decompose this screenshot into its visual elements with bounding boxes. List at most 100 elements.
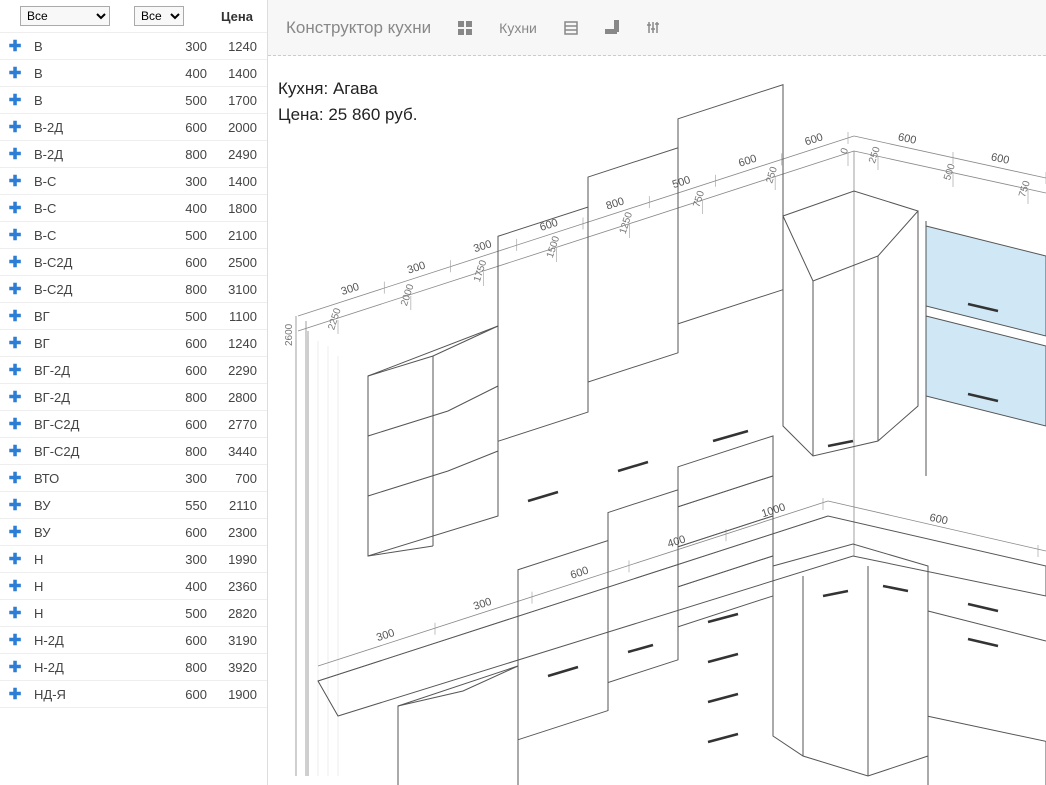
add-icon[interactable]: ✚ xyxy=(4,442,26,460)
item-price: 2100 xyxy=(207,228,259,243)
catalog-row[interactable]: ✚НД-Я6001900 xyxy=(0,681,267,708)
item-name: НД-Я xyxy=(26,687,159,702)
item-name: ВГ-2Д xyxy=(26,390,159,405)
catalog-row[interactable]: ✚ВГ-2Д8002800 xyxy=(0,384,267,411)
catalog-row[interactable]: ✚Н5002820 xyxy=(0,600,267,627)
catalog-row[interactable]: ✚Н3001990 xyxy=(0,546,267,573)
item-name: В-2Д xyxy=(26,147,159,162)
item-name: Н-2Д xyxy=(26,633,159,648)
item-size: 600 xyxy=(159,687,207,702)
catalog-row[interactable]: ✚Н4002360 xyxy=(0,573,267,600)
catalog-row[interactable]: ✚В-2Д8002490 xyxy=(0,141,267,168)
item-size: 550 xyxy=(159,498,207,513)
grid-icon[interactable] xyxy=(457,20,473,36)
add-icon[interactable]: ✚ xyxy=(4,334,26,352)
ruler-icon[interactable] xyxy=(605,20,621,36)
item-name: Н xyxy=(26,579,159,594)
add-icon[interactable]: ✚ xyxy=(4,37,26,55)
item-name: ВУ xyxy=(26,498,159,513)
add-icon[interactable]: ✚ xyxy=(4,145,26,163)
item-name: В-С xyxy=(26,228,159,243)
item-price: 2500 xyxy=(207,255,259,270)
catalog-row[interactable]: ✚В-С4001800 xyxy=(0,195,267,222)
dimension-label: 300 xyxy=(340,281,361,298)
filter-size-select[interactable]: Все xyxy=(134,6,184,26)
toolbar: Конструктор кухни Кухни xyxy=(268,0,1046,56)
add-icon[interactable]: ✚ xyxy=(4,253,26,271)
catalog-row[interactable]: ✚В-С5002100 xyxy=(0,222,267,249)
add-icon[interactable]: ✚ xyxy=(4,226,26,244)
item-size: 600 xyxy=(159,363,207,378)
catalog-row[interactable]: ✚В-С2Д6002500 xyxy=(0,249,267,276)
catalog-row[interactable]: ✚ВГ-С2Д6002770 xyxy=(0,411,267,438)
item-price: 1400 xyxy=(207,174,259,189)
items-list: ✚В3001240✚В4001400✚В5001700✚В-2Д6002000✚… xyxy=(0,33,267,708)
add-icon[interactable]: ✚ xyxy=(4,415,26,433)
list-icon[interactable] xyxy=(563,20,579,36)
add-icon[interactable]: ✚ xyxy=(4,550,26,568)
add-icon[interactable]: ✚ xyxy=(4,658,26,676)
item-size: 600 xyxy=(159,417,207,432)
catalog-row[interactable]: ✚В-2Д6002000 xyxy=(0,114,267,141)
item-name: ВГ xyxy=(26,336,159,351)
catalog-row[interactable]: ✚ВГ-С2Д8003440 xyxy=(0,438,267,465)
catalog-row[interactable]: ✚В-С3001400 xyxy=(0,168,267,195)
item-name: В-С xyxy=(26,174,159,189)
catalog-row[interactable]: ✚ВУ5502110 xyxy=(0,492,267,519)
kitchen-name: Кухня: Агава xyxy=(278,76,417,102)
catalog-row[interactable]: ✚В4001400 xyxy=(0,60,267,87)
item-size: 600 xyxy=(159,633,207,648)
settings-icon[interactable] xyxy=(647,20,663,36)
add-icon[interactable]: ✚ xyxy=(4,685,26,703)
item-name: Н xyxy=(26,606,159,621)
catalog-row[interactable]: ✚В-С2Д8003100 xyxy=(0,276,267,303)
add-icon[interactable]: ✚ xyxy=(4,199,26,217)
add-icon[interactable]: ✚ xyxy=(4,469,26,487)
kitchens-link[interactable]: Кухни xyxy=(499,20,537,36)
catalog-row[interactable]: ✚Н-2Д6003190 xyxy=(0,627,267,654)
add-icon[interactable]: ✚ xyxy=(4,172,26,190)
add-icon[interactable]: ✚ xyxy=(4,631,26,649)
add-icon[interactable]: ✚ xyxy=(4,307,26,325)
add-icon[interactable]: ✚ xyxy=(4,64,26,82)
add-icon[interactable]: ✚ xyxy=(4,118,26,136)
add-icon[interactable]: ✚ xyxy=(4,361,26,379)
item-size: 800 xyxy=(159,390,207,405)
catalog-panel: Все Все Цена ✚В3001240✚В4001400✚В5001700… xyxy=(0,0,268,785)
scale-label: 750 xyxy=(691,189,707,209)
catalog-row[interactable]: ✚ВТО300700 xyxy=(0,465,267,492)
scale-label: 0 xyxy=(839,146,851,155)
dimension-label: 800 xyxy=(605,195,626,212)
add-icon[interactable]: ✚ xyxy=(4,604,26,622)
item-size: 500 xyxy=(159,93,207,108)
add-icon[interactable]: ✚ xyxy=(4,388,26,406)
dimension-label: 500 xyxy=(671,174,692,191)
catalog-row[interactable]: ✚В3001240 xyxy=(0,33,267,60)
item-name: Н xyxy=(26,552,159,567)
design-canvas[interactable]: Кухня: Агава Цена: 25 860 руб. .ln { str… xyxy=(268,56,1046,785)
item-price: 2290 xyxy=(207,363,259,378)
item-size: 500 xyxy=(159,309,207,324)
add-icon[interactable]: ✚ xyxy=(4,577,26,595)
add-icon[interactable]: ✚ xyxy=(4,523,26,541)
item-size: 800 xyxy=(159,660,207,675)
item-size: 800 xyxy=(159,282,207,297)
item-price: 2360 xyxy=(207,579,259,594)
add-icon[interactable]: ✚ xyxy=(4,496,26,514)
filter-type-select[interactable]: Все xyxy=(20,6,110,26)
catalog-row[interactable]: ✚ВГ-2Д6002290 xyxy=(0,357,267,384)
catalog-row[interactable]: ✚ВГ6001240 xyxy=(0,330,267,357)
catalog-row[interactable]: ✚Н-2Д8003920 xyxy=(0,654,267,681)
price-column-header: Цена xyxy=(221,9,259,24)
item-name: В-С2Д xyxy=(26,282,159,297)
catalog-row[interactable]: ✚ВГ5001100 xyxy=(0,303,267,330)
add-icon[interactable]: ✚ xyxy=(4,280,26,298)
catalog-row[interactable]: ✚ВУ6002300 xyxy=(0,519,267,546)
item-size: 600 xyxy=(159,255,207,270)
scale-label: 2000 xyxy=(399,282,416,307)
item-size: 600 xyxy=(159,336,207,351)
item-price: 1240 xyxy=(207,39,259,54)
add-icon[interactable]: ✚ xyxy=(4,91,26,109)
item-name: ВГ-2Д xyxy=(26,363,159,378)
catalog-row[interactable]: ✚В5001700 xyxy=(0,87,267,114)
